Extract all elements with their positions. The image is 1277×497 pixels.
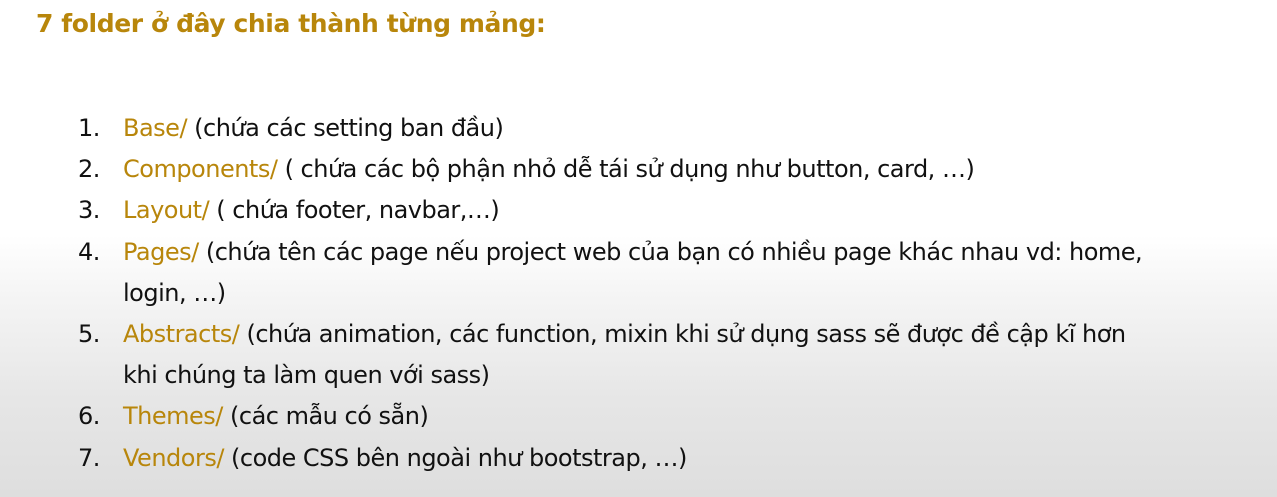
list-item-text: Abstracts/ (chứa animation, các function… bbox=[123, 314, 1148, 396]
folder-list: 1. Base/ (chứa các setting ban đầu) 2. C… bbox=[78, 108, 1178, 479]
list-item-number: 5. bbox=[78, 320, 100, 349]
folder-name: Themes/ bbox=[123, 402, 223, 431]
list-item-layout: 3. Layout/ ( chứa footer, navbar,…) bbox=[78, 190, 1178, 231]
folder-name: Vendors/ bbox=[123, 443, 224, 472]
folder-description: (chứa animation, các function, mixin khi… bbox=[123, 320, 1126, 390]
list-item-text: Vendors/ (code CSS bên ngoài như bootstr… bbox=[123, 438, 1178, 479]
list-item-vendors: 7. Vendors/ (code CSS bên ngoài như boot… bbox=[78, 438, 1178, 479]
list-item-pages: 4. Pages/ (chứa tên các page nếu project… bbox=[78, 232, 1178, 314]
page-heading: 7 folder ở đây chia thành từng mảng: bbox=[36, 9, 546, 38]
folder-description: (chứa các setting ban đầu) bbox=[187, 114, 504, 142]
list-item-number: 1. bbox=[78, 114, 100, 142]
folder-description: (các mẫu có sẵn) bbox=[222, 402, 429, 431]
folder-name: Components/ bbox=[123, 155, 278, 184]
folder-description: (code CSS bên ngoài như bootstrap, …) bbox=[223, 443, 687, 472]
folder-name: Pages/ bbox=[123, 237, 199, 266]
list-item-text: Pages/ (chứa tên các page nếu project we… bbox=[123, 232, 1163, 314]
list-item-text: Components/ ( chứa các bộ phận nhỏ dễ tá… bbox=[123, 149, 1178, 190]
list-item-abstracts: 5. Abstracts/ (chứa animation, các funct… bbox=[78, 314, 1178, 396]
list-item-text: Base/ (chứa các setting ban đầu) bbox=[123, 108, 1178, 149]
folder-name: Abstracts/ bbox=[123, 320, 240, 349]
list-item-components: 2. Components/ ( chứa các bộ phận nhỏ dễ… bbox=[78, 149, 1178, 190]
folder-name: Base/ bbox=[123, 114, 188, 142]
list-item-text: Layout/ ( chứa footer, navbar,…) bbox=[123, 190, 1178, 231]
folder-description: (chứa tên các page nếu project web của b… bbox=[123, 237, 1143, 307]
list-item-number: 7. bbox=[78, 443, 100, 472]
folder-name: Layout/ bbox=[123, 196, 210, 225]
list-item-number: 4. bbox=[78, 237, 100, 266]
list-item-base: 1. Base/ (chứa các setting ban đầu) bbox=[78, 108, 1178, 149]
list-item-number: 2. bbox=[78, 155, 100, 184]
list-item-text: Themes/ (các mẫu có sẵn) bbox=[123, 396, 1178, 437]
folder-description: ( chứa các bộ phận nhỏ dễ tái sử dụng nh… bbox=[277, 155, 975, 184]
list-item-number: 3. bbox=[78, 196, 100, 225]
list-item-themes: 6. Themes/ (các mẫu có sẵn) bbox=[78, 396, 1178, 437]
folder-description: ( chứa footer, navbar,…) bbox=[209, 196, 500, 225]
list-item-number: 6. bbox=[78, 402, 100, 431]
